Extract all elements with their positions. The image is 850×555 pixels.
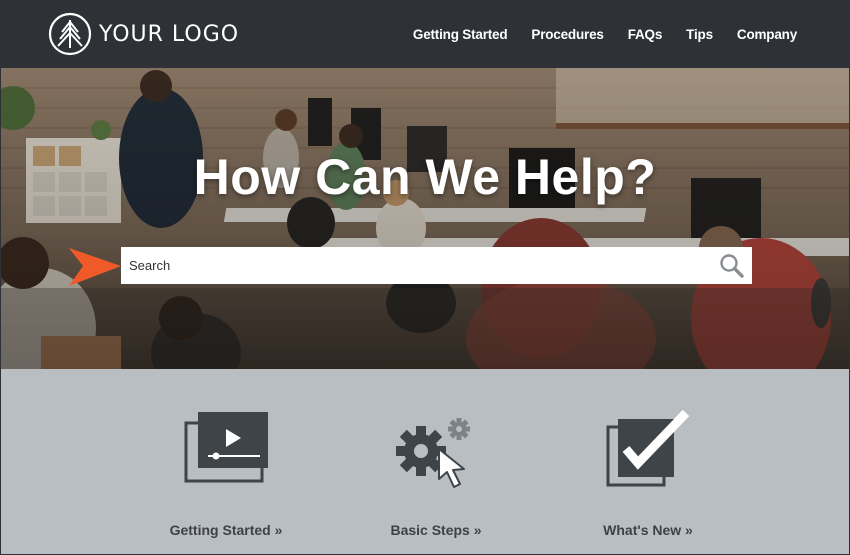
office-background-image [1,68,849,369]
checkmark-window-icon [606,409,690,487]
search-button[interactable] [712,247,752,284]
main-nav: Getting Started Procedures FAQs Tips Com… [389,1,797,68]
feature-basic-steps-link[interactable]: Basic Steps » [346,522,526,538]
search-icon [720,253,744,278]
logo-text: YOUR LOGO [99,21,240,47]
feature-section: Getting Started » Basic Steps » What's N… [1,369,849,554]
logo[interactable]: YOUR LOGO [48,12,239,56]
feature-getting-started-link[interactable]: Getting Started » [136,522,316,538]
nav-company[interactable]: Company [737,27,797,42]
search-input[interactable] [121,247,712,284]
feature-whats-new-link[interactable]: What's New » [558,522,738,538]
hero-banner: How Can We Help? [1,68,849,369]
nav-procedures[interactable]: Procedures [531,27,603,42]
page: YOUR LOGO Getting Started Procedures FAQ… [0,0,850,555]
hero-title: How Can We Help? [193,149,657,205]
nav-getting-started[interactable]: Getting Started [413,27,508,42]
gears-cursor-icon [396,418,470,488]
site-header: YOUR LOGO Getting Started Procedures FAQ… [1,1,849,68]
nav-faqs[interactable]: FAQs [628,27,663,42]
tree-logo-icon [48,12,92,56]
arrow-pointer-icon [69,248,121,286]
search-box [121,247,752,284]
video-player-icon [184,412,268,483]
nav-tips[interactable]: Tips [686,27,713,42]
